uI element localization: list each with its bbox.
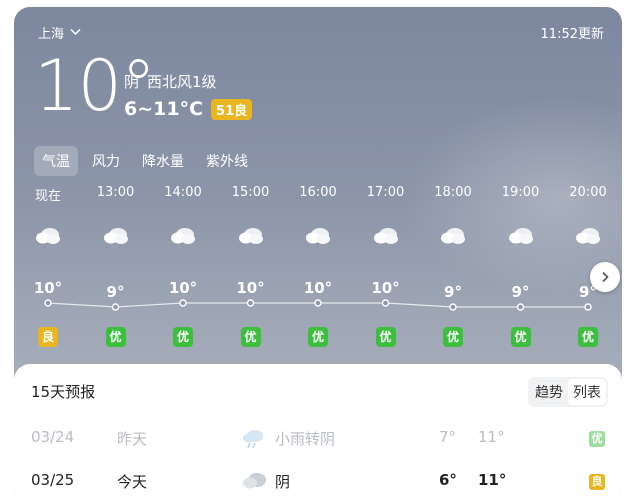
forecast-low: 6°: [439, 471, 457, 489]
hourly-item: 17:00 10° 优: [356, 185, 416, 347]
hour-aqi-badge: 优: [173, 327, 193, 347]
hour-temp: 10°: [33, 279, 63, 297]
hourly-item: 16:00 10° 优: [288, 185, 348, 347]
trend-point: [246, 299, 255, 307]
hour-aqi-badge: 优: [375, 327, 396, 347]
trend-point: [314, 299, 322, 307]
forecast-low: 7°: [439, 428, 457, 446]
trend-point: [516, 303, 525, 311]
forecast-row[interactable]: 03/24 昨天 小雨转阴 7° 11° 优: [14, 428, 622, 452]
hour-time: 现在: [34, 189, 61, 204]
temp-range: 6~11°C: [124, 98, 204, 120]
hour-temp: 10°: [371, 279, 400, 297]
update-time: 11:52更新: [540, 27, 604, 42]
hourly-item: 13:00 9° 优: [86, 185, 146, 347]
forecast-desc: 小雨转阴: [275, 430, 336, 448]
hour-aqi-badge: 良: [38, 327, 58, 347]
cloudy-icon: [440, 227, 466, 245]
cloudy-icon: [170, 227, 196, 245]
view-toggle: 趋势 列表: [528, 377, 608, 407]
hour-aqi-badge: 优: [443, 327, 463, 347]
hour-temp: 10°: [236, 279, 265, 297]
hourly-item: 现在 10° 良: [18, 185, 78, 347]
hour-temp: 9°: [106, 283, 125, 301]
tab-precipitation[interactable]: 降水量: [134, 146, 192, 176]
forecast-aqi-badge: 良: [589, 474, 605, 490]
aqi-badge[interactable]: 51良: [211, 98, 253, 120]
weather-card: 上海 11:52更新 10° 阴 西北风1级 6~11°C 51良 气温 风力 …: [14, 7, 622, 501]
toggle-trend[interactable]: 趋势: [530, 379, 568, 405]
hour-time: 16:00: [299, 185, 337, 200]
forecast-date: 03/24: [31, 428, 75, 446]
cloudy-icon: [373, 227, 399, 245]
forecast-row[interactable]: 03/25 今天 阴 6° 11° 良: [14, 471, 622, 495]
location-selector[interactable]: 上海: [38, 23, 81, 42]
condition-text: 阴: [124, 73, 140, 91]
forecast-title: 15天预报: [31, 383, 96, 401]
hour-time: 13:00: [96, 185, 135, 200]
chevron-right-icon[interactable]: [590, 262, 620, 292]
hour-time: 20:00: [569, 185, 607, 200]
hour-time: 17:00: [366, 185, 405, 200]
trend-point: [584, 303, 592, 311]
hourly-item: 14:00 10° 优: [153, 185, 213, 347]
hourly-forecast: 现在 10° 良 13:00 9° 优 14:00 10° 优 15:00 10° 优 16:00 10°…: [14, 185, 622, 365]
cloudy-icon: [35, 227, 61, 245]
hour-aqi-badge: 优: [105, 327, 126, 347]
hour-aqi-badge: 优: [240, 327, 261, 347]
tab-temperature[interactable]: 气温: [34, 146, 78, 176]
chevron-down-icon: [70, 25, 81, 40]
trend-point: [179, 299, 187, 307]
trend-point: [111, 303, 120, 311]
hour-temp: 10°: [168, 279, 198, 297]
forecast-high: 11°: [478, 428, 505, 446]
hourly-item: 15:00 10° 优: [221, 185, 281, 347]
hour-aqi-badge: 优: [578, 327, 598, 347]
cloudy-icon: [242, 471, 268, 495]
tab-uv[interactable]: 紫外线: [198, 146, 256, 176]
hour-time: 14:00: [164, 185, 202, 200]
forecast-date: 03/25: [31, 471, 75, 489]
cloudy-icon: [508, 227, 534, 245]
metric-tabs: 气温 风力 降水量 紫外线: [34, 146, 256, 176]
forecast-day: 今天: [117, 473, 148, 491]
hourly-item: 20:00 9° 优: [558, 185, 618, 347]
trend-point: [449, 303, 457, 311]
hour-temp: 10°: [303, 279, 333, 297]
temp-range-row: 6~11°C 51良: [124, 98, 253, 120]
trend-point: [44, 299, 52, 307]
cloudy-icon: [575, 227, 601, 245]
forecast-desc: 阴: [275, 473, 291, 491]
forecast-high: 11°: [478, 471, 507, 489]
cloudy-icon: [305, 227, 331, 245]
hour-time: 18:00: [434, 185, 472, 200]
toggle-list[interactable]: 列表: [568, 379, 606, 405]
hourly-item: 19:00 9° 优: [491, 185, 551, 347]
wind-text: 西北风1级: [147, 73, 217, 91]
hour-aqi-badge: 优: [510, 327, 531, 347]
hour-time: 19:00: [501, 185, 540, 200]
trend-point: [381, 299, 390, 307]
city-name: 上海: [38, 27, 65, 42]
tab-wind[interactable]: 风力: [84, 146, 128, 176]
hour-time: 15:00: [231, 185, 270, 200]
forecast-day: 昨天: [117, 430, 148, 448]
forecast-aqi-badge: 优: [589, 431, 605, 447]
hour-temp: 9°: [511, 283, 530, 301]
cloudy-icon: [103, 227, 129, 245]
cloudy-icon: [238, 227, 264, 245]
current-condition: 阴 西北风1级: [124, 71, 217, 92]
light-rain-icon: [242, 428, 266, 454]
hour-aqi-badge: 优: [308, 327, 328, 347]
fifteen-day-forecast: 15天预报 趋势 列表 03/24 昨天 小雨转阴 7° 11° 优 03/25: [14, 364, 622, 501]
hourly-item: 18:00 9° 优: [423, 185, 483, 347]
hour-temp: 9°: [444, 283, 462, 301]
